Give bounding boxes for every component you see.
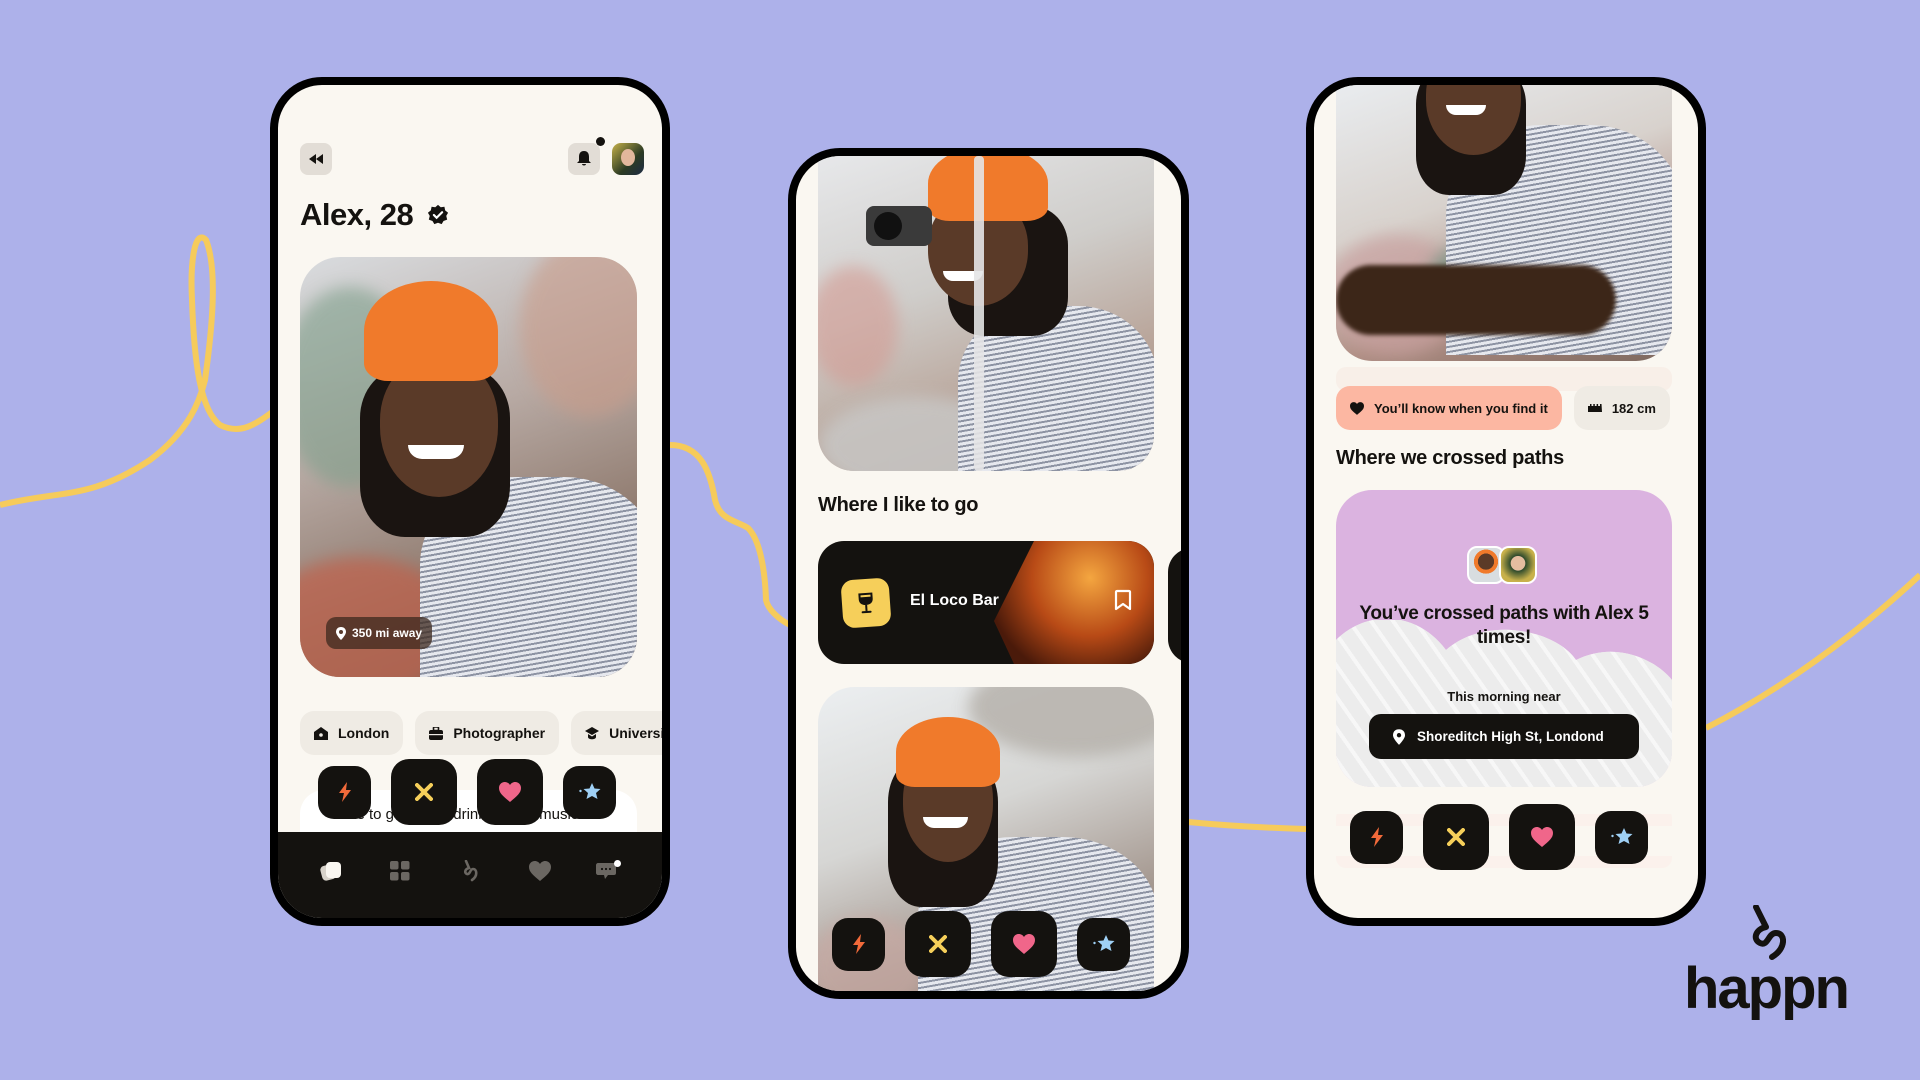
tag-location: London [300, 711, 404, 755]
tag-label: You’ll know when you find it [1374, 400, 1548, 416]
distance-text: 350 mi away [352, 626, 423, 640]
tag-label: University [609, 725, 670, 741]
star-icon [578, 783, 600, 799]
nav-grid[interactable] [382, 853, 418, 889]
boost-button[interactable] [832, 917, 885, 971]
phone-profile-screen: Alex, 28 350 mi away London Photographer [270, 77, 670, 926]
super-like-button[interactable] [1595, 810, 1648, 864]
tag-label: Photographer [453, 725, 546, 741]
location-pin-icon [336, 626, 346, 640]
nav-messages[interactable] [591, 853, 627, 889]
happn-logo: happn [1683, 905, 1850, 1021]
action-buttons [1350, 804, 1648, 870]
crossed-paths-card[interactable]: You’ve crossed paths with Alex 5 times! … [1336, 490, 1672, 787]
profile-name-age: Alex, 28 [300, 197, 414, 232]
like-button[interactable] [477, 759, 543, 825]
tag-job: Photographer [415, 711, 560, 755]
place-category-badge [840, 577, 892, 629]
like-button[interactable] [1509, 804, 1575, 870]
bell-icon [577, 151, 591, 166]
graduation-cap-icon [585, 726, 600, 739]
place-card[interactable]: El Loco Bar [818, 541, 1154, 664]
tag-height: 182 cm [1573, 386, 1670, 430]
heart-icon [1350, 401, 1364, 415]
section-title: Where I like to go [818, 494, 979, 516]
tag-looking-for: You’ll know when you find it [1336, 386, 1562, 430]
bottom-navigation [278, 832, 662, 918]
happn-logo-icon [1752, 905, 1786, 960]
notification-dot [596, 137, 605, 146]
home-icon [314, 726, 328, 740]
place-name: El Loco Bar [910, 592, 999, 609]
bolt-icon [338, 782, 351, 802]
super-like-button[interactable] [1077, 917, 1130, 971]
bookmark-button[interactable] [1114, 589, 1132, 616]
action-buttons [318, 759, 616, 825]
bolt-icon [1370, 827, 1383, 847]
ruler-icon [1587, 404, 1602, 412]
location-pin-icon [1393, 728, 1405, 745]
user-avatar [1499, 546, 1537, 584]
heart-icon [499, 782, 521, 802]
nav-timeline[interactable] [313, 853, 349, 889]
briefcase-icon [429, 726, 444, 740]
bolt-icon [852, 934, 865, 954]
x-icon [929, 935, 947, 953]
verified-badge-icon [428, 204, 449, 225]
x-icon [1447, 828, 1465, 846]
next-place-card[interactable] [1168, 548, 1181, 663]
user-avatar[interactable] [612, 143, 644, 175]
section-title: Where we crossed paths [1336, 447, 1564, 469]
boost-button[interactable] [1350, 810, 1403, 864]
like-button[interactable] [991, 911, 1057, 977]
bookmark-icon [1114, 589, 1132, 611]
distance-badge: 350 mi away [326, 617, 433, 649]
cards-icon [320, 862, 341, 881]
brand-name: happn [1684, 956, 1850, 1021]
tag-education: University [571, 711, 670, 755]
boost-button[interactable] [318, 765, 371, 819]
pass-button[interactable] [391, 759, 457, 825]
profile-tags: You’ll know when you find it 182 cm [1336, 386, 1670, 430]
nav-happn[interactable] [452, 853, 488, 889]
match-avatars [1467, 546, 1537, 584]
crossed-paths-time: This morning near [1447, 689, 1561, 704]
profile-tags: London Photographer University [300, 711, 670, 755]
profile-photo-laughing[interactable] [1336, 85, 1672, 361]
wine-glass-icon [858, 592, 873, 614]
heart-icon [1013, 934, 1035, 954]
phone-crossed-paths-screen: You’ll know when you find it 182 cm Wher… [1306, 77, 1706, 926]
heart-icon [528, 861, 551, 881]
tag-label: London [338, 725, 390, 741]
happn-icon [463, 860, 478, 882]
notifications-button[interactable] [568, 143, 600, 175]
star-icon [1092, 935, 1114, 951]
crossed-location-button[interactable]: Shoreditch High St, Londond [1369, 714, 1639, 759]
profile-photo-camera[interactable] [818, 156, 1154, 471]
nav-likes[interactable] [522, 853, 558, 889]
super-like-button[interactable] [563, 765, 616, 819]
pass-button[interactable] [905, 911, 971, 977]
crossed-location-text: Shoreditch High St, Londond [1417, 729, 1604, 744]
pass-button[interactable] [1423, 804, 1489, 870]
x-icon [415, 783, 433, 801]
rewind-icon [309, 154, 323, 164]
tag-label: 182 cm [1611, 400, 1656, 416]
crossed-paths-headline: You’ve crossed paths with Alex 5 times! [1359, 603, 1649, 648]
profile-photo[interactable]: 350 mi away [300, 257, 637, 677]
phone-places-screen: Where I like to go El Loco Bar [788, 148, 1189, 999]
grid-icon [390, 861, 410, 881]
heart-icon [1531, 827, 1553, 847]
rewind-button[interactable] [300, 143, 332, 175]
star-icon [1610, 828, 1632, 844]
action-buttons [832, 911, 1130, 977]
chat-icon [596, 860, 622, 879]
profile-name: Alex, 28 [300, 197, 449, 233]
